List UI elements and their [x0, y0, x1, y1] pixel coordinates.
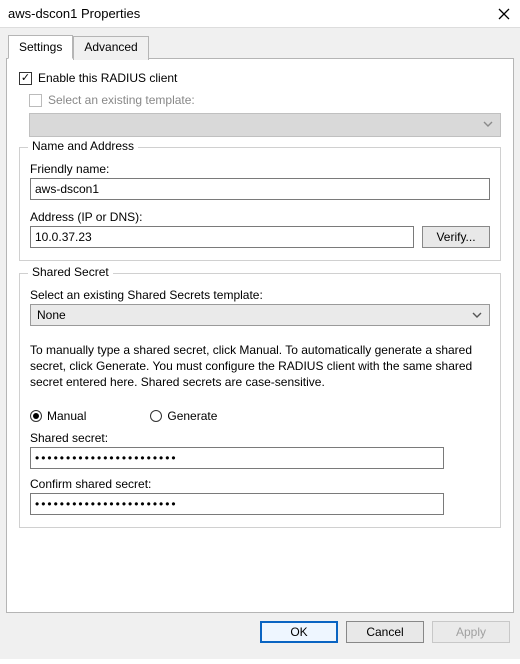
address-label: Address (IP or DNS):: [30, 210, 490, 224]
tab-settings[interactable]: Settings: [8, 35, 73, 59]
dialog-buttons: OK Cancel Apply: [6, 621, 514, 643]
tabstrip: Settings Advanced: [8, 34, 514, 58]
shared-secret-template-select[interactable]: None: [30, 304, 490, 326]
chevron-down-icon: [471, 309, 483, 321]
friendly-name-label: Friendly name:: [30, 162, 490, 176]
tabpanel-settings: Enable this RADIUS client Select an exis…: [6, 58, 514, 613]
shared-secret-template-value: None: [37, 308, 66, 322]
radio-dot-icon: [150, 410, 162, 422]
confirm-secret-input[interactable]: [30, 493, 444, 515]
group-shared-secret-legend: Shared Secret: [28, 265, 113, 279]
close-icon[interactable]: [498, 8, 510, 20]
radio-manual-label: Manual: [47, 409, 86, 423]
radio-generate[interactable]: Generate: [150, 409, 217, 423]
select-template-label: Select an existing template:: [48, 93, 195, 107]
group-name-address: Name and Address Friendly name: Address …: [19, 147, 501, 261]
titlebar: aws-dscon1 Properties: [0, 0, 520, 27]
friendly-name-input[interactable]: [30, 178, 490, 200]
enable-client-row: Enable this RADIUS client: [19, 71, 501, 85]
shared-secret-input[interactable]: [30, 447, 444, 469]
shared-secret-template-label: Select an existing Shared Secrets templa…: [30, 288, 490, 302]
dialog-client-area: Settings Advanced Enable this RADIUS cli…: [0, 27, 520, 659]
enable-client-label: Enable this RADIUS client: [38, 71, 177, 85]
select-template-row: Select an existing template:: [29, 93, 501, 107]
radio-generate-label: Generate: [167, 409, 217, 423]
address-input[interactable]: [30, 226, 414, 248]
tab-advanced[interactable]: Advanced: [73, 36, 148, 60]
apply-button[interactable]: Apply: [432, 621, 510, 643]
radio-manual[interactable]: Manual: [30, 409, 86, 423]
template-select: [29, 113, 501, 137]
confirm-secret-label: Confirm shared secret:: [30, 477, 490, 491]
window-title: aws-dscon1 Properties: [8, 6, 140, 21]
shared-secret-instructions: To manually type a shared secret, click …: [30, 342, 490, 391]
radio-dot-icon: [30, 410, 42, 422]
select-template-checkbox[interactable]: [29, 94, 42, 107]
cancel-button[interactable]: Cancel: [346, 621, 424, 643]
secret-mode-radios: Manual Generate: [30, 409, 490, 423]
group-shared-secret: Shared Secret Select an existing Shared …: [19, 273, 501, 528]
enable-client-checkbox[interactable]: [19, 72, 32, 85]
group-name-address-legend: Name and Address: [28, 139, 138, 153]
tab-settings-label: Settings: [19, 40, 62, 54]
chevron-down-icon: [482, 118, 494, 133]
ok-button[interactable]: OK: [260, 621, 338, 643]
verify-button[interactable]: Verify...: [422, 226, 490, 248]
shared-secret-label: Shared secret:: [30, 431, 490, 445]
tab-advanced-label: Advanced: [84, 40, 137, 54]
